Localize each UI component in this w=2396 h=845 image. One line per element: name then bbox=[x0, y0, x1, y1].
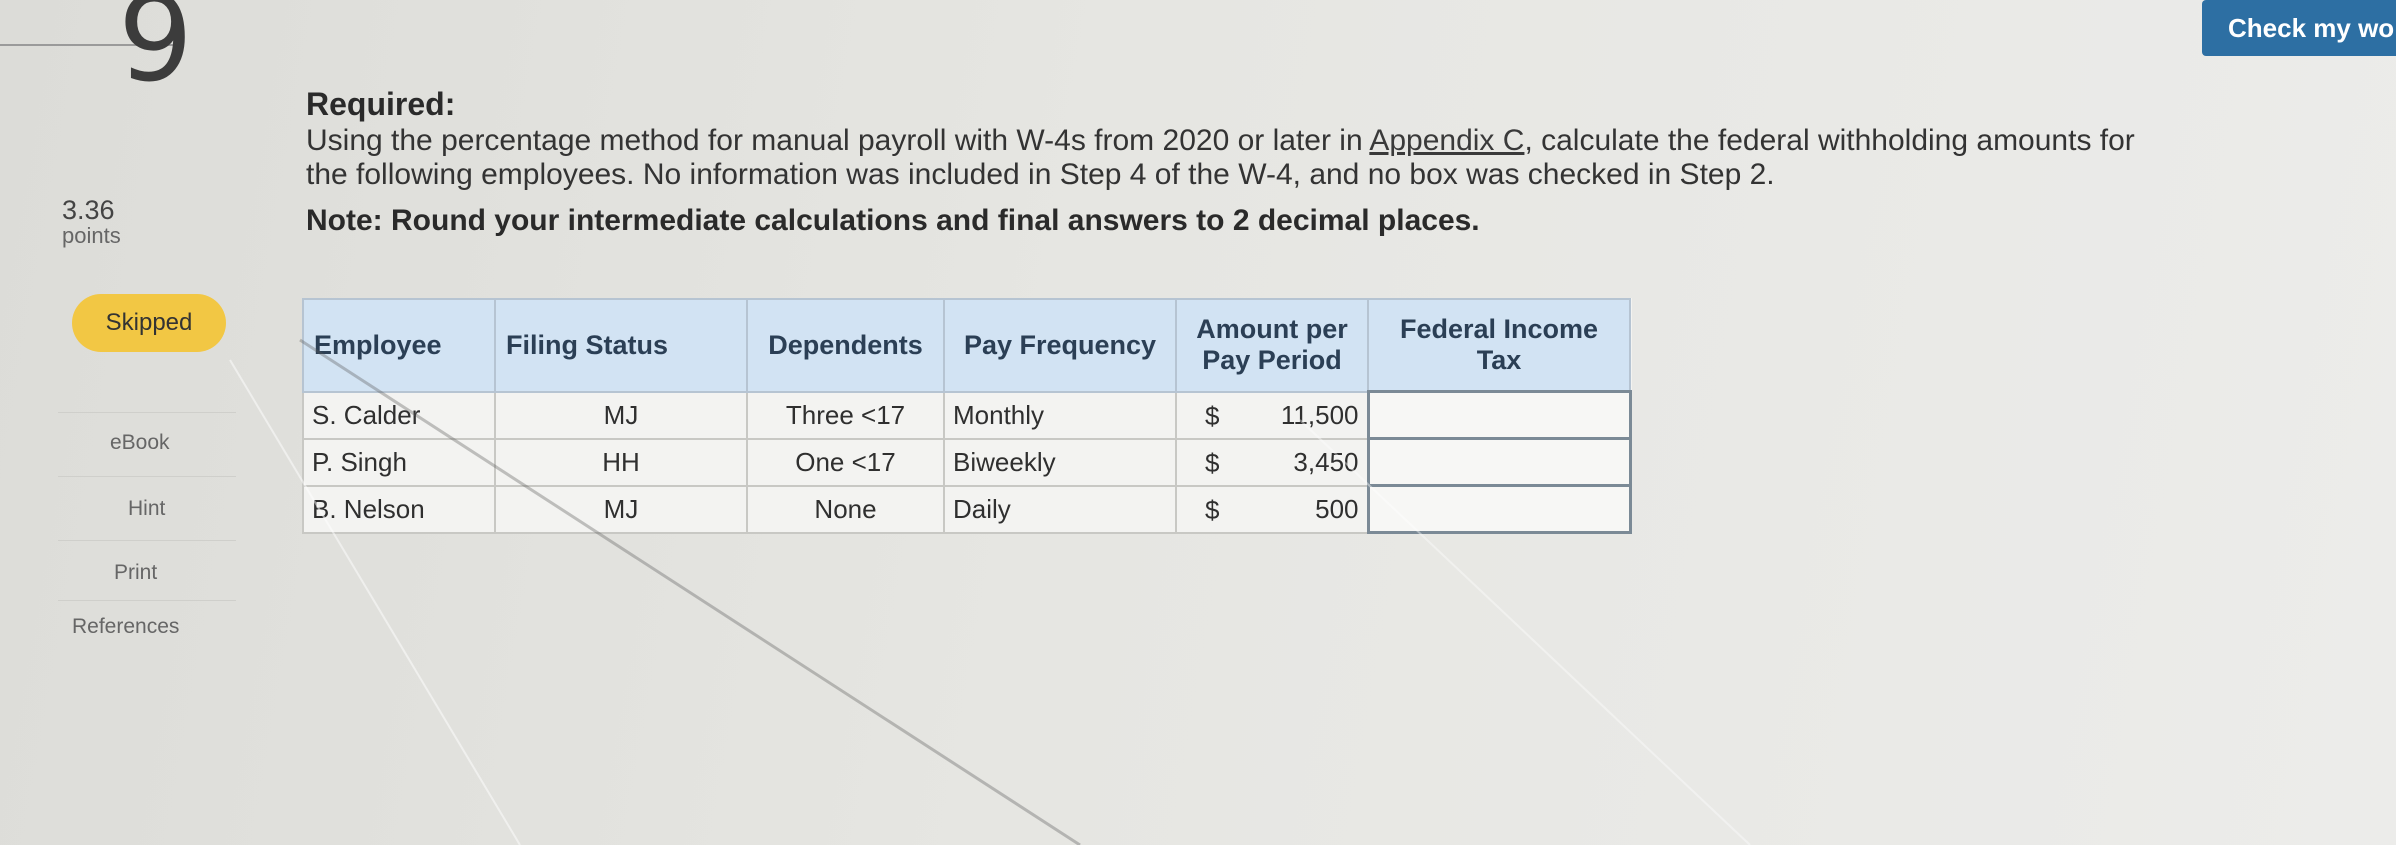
ebook-link[interactable]: eBook bbox=[110, 431, 170, 455]
note-label: Note: bbox=[306, 204, 383, 237]
note-text: Round your intermediate calculations and… bbox=[391, 204, 1480, 237]
table-row: S. Calder MJ Three <17 Monthly $ 11,500 bbox=[302, 390, 1632, 440]
filing-status: MJ bbox=[494, 484, 748, 534]
col-federal-income-tax: Federal Income Tax bbox=[1367, 298, 1631, 393]
amount-per-pay-period: $ 3,450 bbox=[1175, 437, 1369, 487]
currency-symbol: $ bbox=[1205, 447, 1220, 478]
amount-per-pay-period: $ 500 bbox=[1175, 484, 1369, 534]
table-row: B. Nelson MJ None Daily $ 500 bbox=[302, 484, 1632, 534]
points-label: points bbox=[62, 223, 121, 249]
dependents: None bbox=[746, 484, 945, 534]
amount-value: 3,450 bbox=[1293, 446, 1359, 477]
filing-status: HH bbox=[494, 437, 748, 487]
print-box[interactable]: Print bbox=[58, 540, 236, 595]
dependents: Three <17 bbox=[746, 390, 945, 440]
pay-frequency: Monthly bbox=[943, 390, 1177, 440]
federal-income-tax-input[interactable] bbox=[1366, 437, 1632, 487]
check-my-work-button[interactable]: Check my wo bbox=[2202, 0, 2396, 56]
employee-name: S. Calder bbox=[302, 390, 496, 440]
appendix-c-link[interactable]: Appendix C bbox=[1369, 124, 1524, 157]
note-line: Note: Round your intermediate calculatio… bbox=[306, 204, 1480, 238]
col-filing-status: Filing Status bbox=[494, 298, 748, 393]
hint-link[interactable]: Hint bbox=[128, 497, 165, 521]
col-dependents: Dependents bbox=[746, 298, 945, 393]
question-number: 9 bbox=[118, 0, 194, 108]
table-header-row: Employee Filing Status Dependents Pay Fr… bbox=[302, 298, 1631, 393]
col-pay-frequency: Pay Frequency bbox=[943, 298, 1177, 393]
references-box[interactable]: References bbox=[58, 600, 236, 655]
hint-box[interactable]: Hint bbox=[58, 476, 236, 531]
instructions-part-1: Using the percentage method for manual p… bbox=[306, 124, 1370, 157]
federal-income-tax-input[interactable] bbox=[1366, 390, 1632, 440]
amount-per-pay-period: $ 11,500 bbox=[1175, 390, 1369, 440]
amount-value: 500 bbox=[1315, 493, 1359, 524]
col-employee: Employee bbox=[302, 298, 496, 393]
employee-name: B. Nelson bbox=[302, 484, 496, 534]
amount-value: 11,500 bbox=[1280, 399, 1359, 430]
col-amount-per-pay-period: Amount per Pay Period bbox=[1175, 298, 1369, 393]
references-link[interactable]: References bbox=[72, 615, 179, 639]
table-row: P. Singh HH One <17 Biweekly $ 3,450 bbox=[302, 437, 1632, 487]
dependents: One <17 bbox=[746, 437, 945, 487]
federal-income-tax-input[interactable] bbox=[1366, 484, 1632, 534]
skipped-badge: Skipped bbox=[72, 294, 226, 352]
print-link[interactable]: Print bbox=[114, 561, 157, 585]
points-value: 3.36 bbox=[62, 195, 115, 225]
pay-frequency: Biweekly bbox=[943, 437, 1177, 487]
pay-frequency: Daily bbox=[943, 484, 1177, 534]
currency-symbol: $ bbox=[1205, 400, 1220, 431]
currency-symbol: $ bbox=[1205, 494, 1220, 525]
employee-name: P. Singh bbox=[302, 437, 496, 487]
ebook-box[interactable]: eBook bbox=[58, 412, 236, 467]
instructions-text: Using the percentage method for manual p… bbox=[306, 124, 2166, 192]
points-display: 3.36 points bbox=[62, 195, 121, 249]
filing-status: MJ bbox=[494, 390, 748, 440]
payroll-table: Employee Filing Status Dependents Pay Fr… bbox=[302, 298, 1632, 534]
required-heading: Required: bbox=[306, 86, 456, 122]
